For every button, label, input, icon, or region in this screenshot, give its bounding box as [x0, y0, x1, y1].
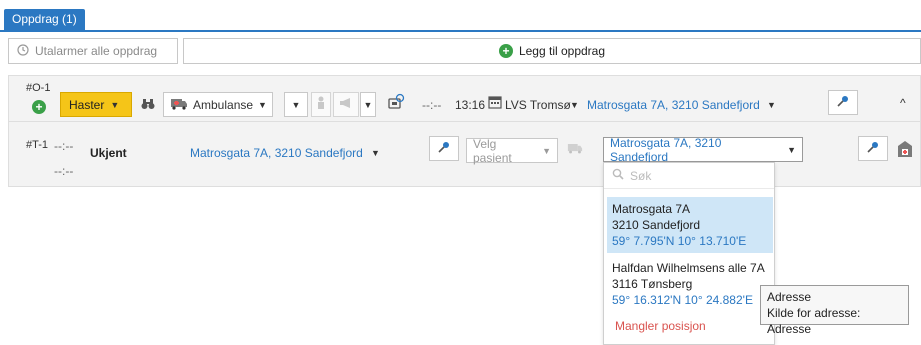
task-id: #T-1: [26, 139, 49, 151]
mission-id: #O-1: [26, 82, 51, 94]
megaphone-select[interactable]: ▼: [360, 92, 376, 117]
mission-address[interactable]: Matrosgata 7A, 3210 Sandefjord: [587, 98, 760, 112]
search-icon: [612, 168, 624, 183]
chevron-down-icon: ▼: [363, 99, 373, 110]
phone-icon[interactable]: [387, 93, 405, 114]
missing-position-option[interactable]: Mangler posisjon: [615, 319, 706, 333]
ambulance-icon: [567, 142, 583, 157]
megaphone-button[interactable]: [333, 92, 359, 117]
task-status: Ukjent: [90, 146, 127, 160]
plus-circle-icon: +: [498, 44, 513, 58]
option-street: Halfdan Wilhelmsens alle 7A: [612, 261, 765, 275]
building-icon[interactable]: [897, 140, 913, 161]
chevron-down-icon: ▼: [787, 144, 796, 155]
option-coords: 59° 7.795'N 10° 13.710'E: [612, 234, 747, 248]
option-city: 3210 Sandefjord: [612, 218, 701, 232]
person-button[interactable]: [311, 92, 331, 117]
pin-icon: [437, 140, 451, 157]
plus-circle-icon[interactable]: +: [32, 100, 46, 114]
chevron-up-icon[interactable]: ^: [900, 96, 906, 110]
address-dropdown: Søk Matrosgata 7A 3210 Sandefjord 59° 7.…: [603, 162, 775, 345]
alarm-all-button[interactable]: Utalarmer alle oppdrag: [8, 38, 178, 64]
priority-select[interactable]: Haster ▼: [60, 92, 132, 117]
pin-button[interactable]: [858, 136, 888, 161]
patient-placeholder: Velg pasient: [473, 136, 512, 165]
chevron-down-icon[interactable]: ▼: [371, 148, 380, 158]
destination[interactable]: LVS Tromsø: [505, 98, 571, 112]
time-from: --:--: [422, 98, 442, 112]
tooltip-body: Kilde for adresse: Adresse: [767, 306, 861, 336]
task-time-2: --:--: [54, 164, 74, 178]
chevron-down-icon: ▼: [110, 99, 120, 110]
add-mission-label: Legg til oppdrag: [518, 44, 606, 58]
chevron-down-icon: ▼: [291, 99, 301, 110]
alarm-all-label: Utalarmer alle oppdrag: [35, 44, 158, 58]
extra-select[interactable]: ▼: [284, 92, 308, 117]
add-mission-button[interactable]: + Legg til oppdrag: [183, 38, 921, 64]
history-icon: [17, 43, 29, 59]
option-city: 3116 Tønsberg: [612, 277, 693, 291]
tooltip-title: Adresse: [767, 290, 812, 304]
chevron-down-icon[interactable]: ▼: [767, 100, 776, 110]
dropdown-search[interactable]: Søk: [604, 163, 774, 189]
chevron-down-icon[interactable]: ▼: [570, 100, 579, 110]
tab-oppdrag[interactable]: Oppdrag (1): [4, 9, 85, 30]
tab-strip: Oppdrag (1): [0, 0, 921, 32]
vehicle-type-select[interactable]: Ambulanse ▼: [163, 92, 273, 117]
to-address-value: Matrosgata 7A, 3210 Sandefjord: [610, 135, 722, 164]
pin-icon: [836, 94, 850, 111]
address-tooltip: Adresse Kilde for adresse: Adresse: [760, 285, 909, 336]
pin-button[interactable]: [429, 136, 459, 161]
row-divider: [8, 121, 921, 122]
option-street: Matrosgata 7A: [612, 202, 691, 216]
ambulance-icon: [170, 97, 188, 113]
patient-select[interactable]: Velg pasient ▼: [466, 136, 558, 165]
vehicle-type-value: Ambulanse: [193, 97, 254, 112]
binoculars-icon[interactable]: [141, 98, 155, 113]
calendar-icon: [488, 95, 502, 112]
time-to: 13:16: [455, 98, 486, 112]
search-placeholder: Søk: [630, 168, 652, 183]
option-coords: 59° 16.312'N 10° 24.882'E: [612, 293, 753, 307]
to-address-select[interactable]: Matrosgata 7A, 3210 Sandefjord ▼: [603, 135, 803, 164]
chevron-down-icon: ▼: [542, 145, 551, 156]
priority-value: Haster: [69, 97, 105, 112]
pin-icon: [866, 140, 880, 157]
mission-card: [8, 75, 921, 187]
chevron-down-icon: ▼: [258, 99, 267, 110]
task-time-1: --:--: [54, 139, 74, 153]
from-address[interactable]: Matrosgata 7A, 3210 Sandefjord: [190, 146, 363, 160]
pin-button[interactable]: [828, 90, 858, 115]
dropdown-option[interactable]: Halfdan Wilhelmsens alle 7A 3116 Tønsber…: [607, 256, 773, 312]
megaphone-icon: [339, 97, 353, 112]
person-icon: [317, 96, 325, 113]
dropdown-option[interactable]: Matrosgata 7A 3210 Sandefjord 59° 7.795'…: [607, 197, 773, 253]
